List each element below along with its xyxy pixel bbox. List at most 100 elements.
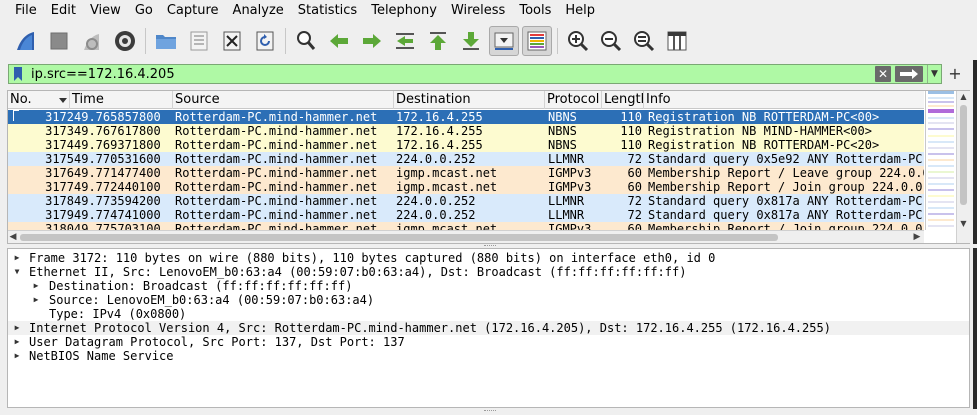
minimap-band (928, 153, 954, 155)
detail-tree-item[interactable]: ▶ NetBIOS Name Service (8, 349, 969, 363)
scroll-left-icon[interactable]: ◀ (8, 231, 18, 244)
pane-splitter[interactable] (0, 409, 977, 415)
column-header-no[interactable]: No. (8, 91, 70, 109)
expand-arrow-icon[interactable]: ▶ (11, 349, 23, 363)
menu-go[interactable]: Go (128, 0, 160, 22)
minimap-band (928, 97, 954, 99)
packet-destination: 224.0.0.252 (396, 208, 476, 222)
minimap-band (928, 147, 954, 149)
detail-tree-item[interactable]: ▶ User Datagram Protocol, Src Port: 137,… (8, 335, 969, 349)
recent-filters-dropdown[interactable]: ▼ (927, 65, 941, 83)
go-to-packet-button[interactable] (390, 26, 420, 56)
collapse-arrow-icon[interactable]: ▼ (11, 265, 23, 279)
packet-list-vertical-scrollbar[interactable]: ▲ ▼ (956, 91, 970, 243)
splitter-grip[interactable] (484, 410, 496, 412)
scroll-right-icon[interactable]: ▶ (912, 231, 922, 244)
column-header-destination[interactable]: Destination (394, 91, 545, 109)
autoscroll-button[interactable] (489, 26, 519, 56)
column-header-time[interactable]: Time (70, 91, 173, 109)
expand-arrow-icon[interactable]: ▶ (11, 335, 23, 349)
find-packet-button[interactable] (291, 26, 321, 56)
scroll-down-icon[interactable]: ▼ (957, 218, 970, 230)
packet-time: 49.767617800 (74, 124, 161, 138)
detail-tree-item[interactable]: ▶ Frame 3172: 110 bytes on wire (880 bit… (8, 251, 969, 265)
packet-row[interactable]: 3174 49.769371800 Rotterdam-PC.mind-hamm… (8, 138, 924, 152)
reload-file-button[interactable] (250, 26, 280, 56)
detail-tree-item[interactable]: ▼ Ethernet II, Src: LenovoEM_b0:63:a4 (0… (8, 265, 969, 279)
filter-bookmark-button[interactable] (11, 65, 25, 83)
splitter-grip[interactable] (484, 245, 496, 247)
packet-info: Membership Report / Join group 224.0.0. (648, 222, 924, 230)
packet-list-horizontal-scrollbar[interactable]: ◀ ▶ (8, 230, 924, 243)
packet-row[interactable]: 3172 49.765857800 Rotterdam-PC.mind-hamm… (8, 110, 924, 124)
go-to-packet-icon (396, 33, 414, 49)
menu-wireless[interactable]: Wireless (444, 0, 512, 22)
zoom-reset-button[interactable] (629, 26, 659, 56)
resize-columns-button[interactable] (662, 26, 692, 56)
colorize-button[interactable] (522, 26, 552, 56)
arrow-right-icon (900, 69, 918, 79)
packet-row[interactable]: 3175 49.770531600 Rotterdam-PC.mind-hamm… (8, 152, 924, 166)
expand-arrow-icon[interactable]: ▶ (11, 321, 23, 335)
zoom-in-button[interactable] (563, 26, 593, 56)
detail-tree-item[interactable]: ▶ Source: LenovoEM_b0:63:a4 (00:59:07:b0… (8, 293, 969, 307)
go-back-button[interactable] (324, 26, 354, 56)
detail-text: Source: LenovoEM_b0:63:a4 (00:59:07:b0:6… (49, 293, 375, 307)
column-header-length[interactable]: Length (602, 91, 644, 109)
close-file-button[interactable] (217, 26, 247, 56)
menu-tools[interactable]: Tools (512, 0, 558, 22)
packet-source: Rotterdam-PC.mind-hammer.net (175, 222, 378, 230)
menu-analyze[interactable]: Analyze (226, 0, 291, 22)
packet-protocol: IGMPv3 (548, 222, 592, 230)
menu-view[interactable]: View (83, 0, 128, 22)
clear-filter-button[interactable]: ✕ (875, 66, 891, 82)
reload-file-icon (256, 31, 274, 51)
packet-row[interactable]: 3173 49.767617800 Rotterdam-PC.mind-hamm… (8, 124, 924, 138)
start-capture-button[interactable] (11, 26, 41, 56)
add-filter-button[interactable]: + (948, 64, 962, 84)
menu-edit[interactable]: Edit (44, 0, 83, 22)
menu-help[interactable]: Help (558, 0, 602, 22)
column-header-source[interactable]: Source (173, 91, 394, 109)
scroll-up-icon[interactable]: ▲ (957, 91, 970, 103)
column-header-protocol[interactable]: Protocol (545, 91, 602, 109)
detail-text: User Datagram Protocol, Src Port: 137, D… (29, 335, 405, 349)
packet-row[interactable]: 3180 49.775703100 Rotterdam-PC.mind-hamm… (8, 222, 924, 230)
detail-tree-item[interactable]: ▶ Internet Protocol Version 4, Src: Rott… (8, 321, 969, 335)
go-last-button[interactable] (456, 26, 486, 56)
display-filter-input[interactable] (25, 65, 875, 83)
go-first-button[interactable] (423, 26, 453, 56)
open-file-button[interactable] (151, 26, 181, 56)
packet-number: 3176 (45, 166, 74, 180)
packet-row[interactable]: 3176 49.771477400 Rotterdam-PC.mind-hamm… (8, 166, 924, 180)
restart-capture-button[interactable] (77, 26, 107, 56)
detail-tree-item[interactable]: Type: IPv4 (0x0800) (8, 307, 969, 321)
menu-file[interactable]: File (8, 0, 44, 22)
save-file-button[interactable] (184, 26, 214, 56)
menu-telephony[interactable]: Telephony (364, 0, 444, 22)
packet-destination: 224.0.0.252 (396, 194, 476, 208)
apply-filter-button[interactable] (895, 66, 923, 82)
stop-capture-icon (50, 32, 68, 50)
expand-arrow-icon[interactable]: ▶ (30, 293, 42, 307)
scrollbar-thumb[interactable] (20, 234, 778, 241)
expand-arrow-icon[interactable]: ▶ (11, 251, 23, 265)
menu-statistics[interactable]: Statistics (291, 0, 364, 22)
packet-row[interactable]: 3178 49.773594200 Rotterdam-PC.mind-hamm… (8, 194, 924, 208)
packet-list-header: No. Time Source Destination Protocol Len… (8, 91, 924, 109)
stop-capture-button[interactable] (44, 26, 74, 56)
packet-minimap[interactable] (925, 91, 955, 230)
scrollbar-thumb[interactable] (960, 105, 967, 205)
close-icon: ✕ (877, 67, 889, 81)
packet-row[interactable]: 3177 49.772440100 Rotterdam-PC.mind-hamm… (8, 180, 924, 194)
zoom-reset-icon (634, 31, 655, 52)
go-forward-button[interactable] (357, 26, 387, 56)
column-header-info[interactable]: Info (644, 91, 924, 109)
zoom-out-button[interactable] (596, 26, 626, 56)
packet-row[interactable]: 3179 49.774741000 Rotterdam-PC.mind-hamm… (8, 208, 924, 222)
detail-tree-item[interactable]: ▶ Destination: Broadcast (ff:ff:ff:ff:ff… (8, 279, 969, 293)
menu-capture[interactable]: Capture (160, 0, 226, 22)
colorize-icon (527, 31, 547, 51)
capture-options-button[interactable] (110, 26, 140, 56)
expand-arrow-icon[interactable]: ▶ (30, 279, 42, 293)
